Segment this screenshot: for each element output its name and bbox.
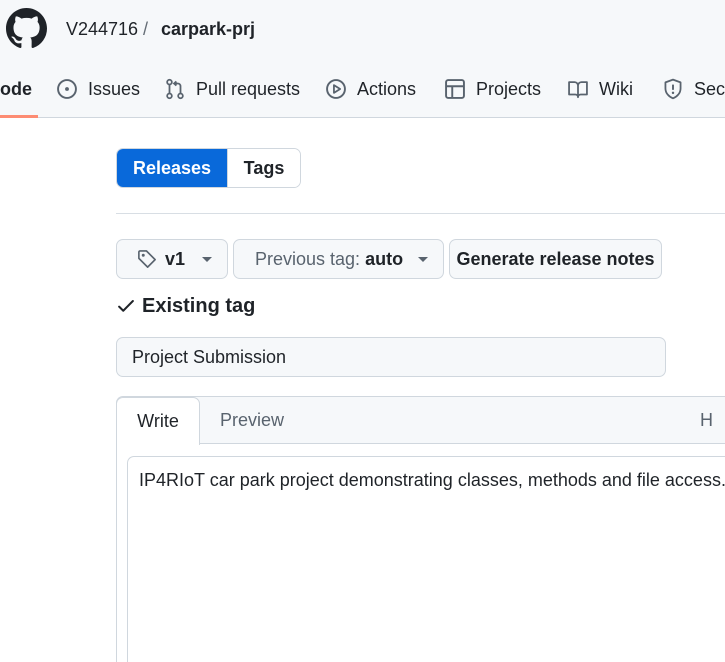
tab-issues-label: Issues <box>88 78 141 99</box>
tab-actions[interactable]: Actions <box>325 70 416 108</box>
section-divider <box>116 213 725 214</box>
table-icon <box>445 79 465 99</box>
generate-release-notes-button[interactable]: Generate release notes <box>449 239 662 279</box>
tab-pull-requests[interactable]: Pull requests <box>164 70 300 108</box>
tab-security-label: Secu <box>694 78 725 99</box>
tag-status: Existing tag <box>116 293 255 319</box>
repo-owner-link[interactable]: V244716 <box>66 17 138 41</box>
tag-select-button[interactable]: v1 <box>116 239 228 279</box>
repo-header: V244716 / carpark-prj ode Issues Pull re… <box>0 0 725 118</box>
releases-button[interactable]: Releases <box>117 149 227 187</box>
git-pull-request-icon <box>166 78 184 100</box>
play-icon <box>326 79 346 99</box>
tag-value: v1 <box>165 248 186 269</box>
tab-actions-label: Actions <box>357 78 417 99</box>
previous-tag-label: Previous tag: <box>255 248 361 269</box>
shield-icon <box>664 78 682 100</box>
previous-tag-value: auto <box>365 248 404 269</box>
tab-security[interactable]: Secu <box>662 70 725 108</box>
heading-tool-button[interactable]: H <box>700 397 713 444</box>
tab-issues[interactable]: Issues <box>56 70 140 108</box>
tab-code[interactable]: ode <box>0 70 32 108</box>
editor-toolbar: Write Preview H <box>116 397 725 445</box>
check-icon <box>118 300 134 312</box>
previous-tag-select-button[interactable]: Previous tag: auto <box>233 239 444 279</box>
release-body-textarea[interactable]: IP4RIoT car park project demonstrating c… <box>127 456 725 662</box>
breadcrumb-separator: / <box>143 19 149 39</box>
release-title-input[interactable] <box>116 337 666 377</box>
tab-preview[interactable]: Preview <box>220 397 284 444</box>
tab-projects-label: Projects <box>476 78 542 99</box>
tab-wiki[interactable]: Wiki <box>567 70 633 108</box>
releases-tags-toggle: Releases Tags <box>116 148 301 188</box>
tags-button[interactable]: Tags <box>227 149 300 187</box>
tag-icon <box>138 250 156 268</box>
tab-write[interactable]: Write <box>116 397 200 445</box>
repo-nav: ode Issues Pull requests Actions Project… <box>0 70 725 118</box>
chevron-down-icon <box>418 256 429 262</box>
tab-code-label: ode <box>0 78 33 99</box>
tab-pull-requests-label: Pull requests <box>196 78 301 99</box>
active-tab-underline <box>0 115 38 118</box>
tab-projects[interactable]: Projects <box>444 70 541 108</box>
issue-opened-icon <box>57 79 77 99</box>
release-body-editor: Write Preview H IP4RIoT car park project… <box>116 396 725 662</box>
tag-status-text: Existing tag <box>142 294 256 317</box>
repo-name-link[interactable]: carpark-prj <box>161 17 255 41</box>
github-logo-icon[interactable] <box>6 8 47 49</box>
chevron-down-icon <box>202 256 213 262</box>
book-icon <box>568 81 588 99</box>
tab-wiki-label: Wiki <box>599 78 633 99</box>
